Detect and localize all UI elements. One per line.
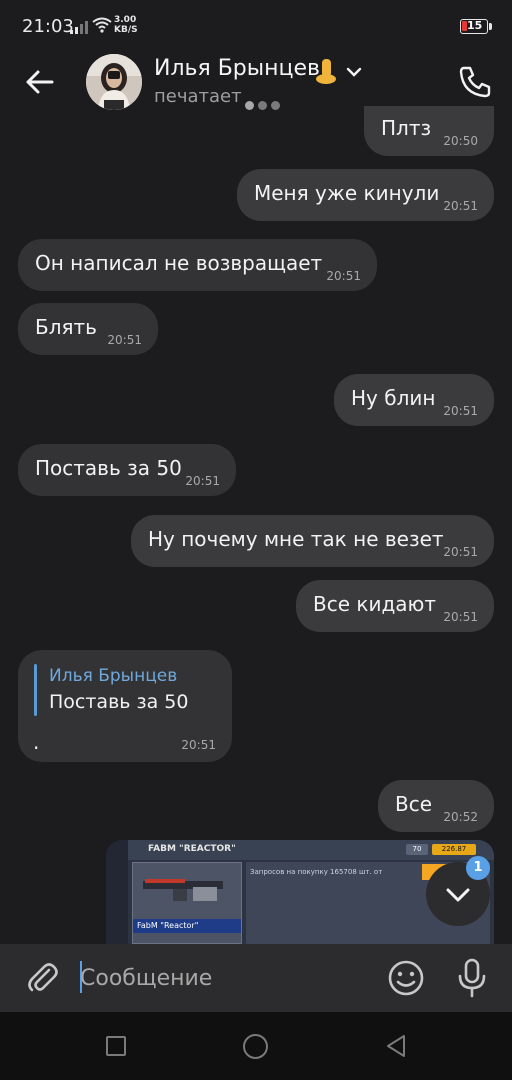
reply-author[interactable]: Илья Брынцев <box>49 666 177 686</box>
phone-icon[interactable] <box>455 62 495 102</box>
image-sidebar <box>106 840 128 944</box>
message-time: 20:52 <box>443 810 478 824</box>
status-bar: 21:03 3.00 KB/S 15 <box>0 0 512 52</box>
message-text: Меня уже кинули <box>254 181 440 205</box>
gun-image <box>143 879 223 901</box>
message-bubble-outgoing[interactable]: Все кидают 20:51 <box>296 580 494 632</box>
battery-cap <box>489 23 492 30</box>
message-input-bar <box>0 944 512 1012</box>
message-bubble-incoming[interactable]: Поставь за 50 20:51 <box>18 444 236 496</box>
message-time: 20:51 <box>181 738 216 752</box>
image-item-card: FabM "Reactor" <box>132 862 242 944</box>
unread-badge: 1 <box>466 856 490 880</box>
image-card-label: FabM "Reactor" <box>133 919 241 933</box>
message-bubble-outgoing[interactable]: Плтз 20:50 <box>364 106 494 156</box>
chat-header: Илья Брынцев печатает <box>0 52 512 112</box>
message-text: Он написал не возвращает <box>35 251 323 275</box>
message-time: 20:51 <box>443 610 478 624</box>
message-time: 20:51 <box>326 269 361 283</box>
message-text: Ну почему мне так не везет <box>148 527 444 551</box>
message-text: Плтз <box>381 116 432 140</box>
message-text: Поставь за 50 <box>35 456 182 480</box>
back-triangle-icon[interactable] <box>384 1034 408 1058</box>
typing-status: печатает <box>154 86 242 107</box>
chevron-down-icon[interactable] <box>346 66 362 78</box>
speed-unit: KB/S <box>114 25 138 35</box>
message-time: 20:51 <box>107 333 142 347</box>
message-bubble-outgoing[interactable]: Меня уже кинули 20:51 <box>237 169 494 221</box>
recent-apps-button[interactable] <box>106 1036 126 1056</box>
image-title: FABM "REACTOR" <box>148 844 236 854</box>
image-chip: 226.87 <box>432 844 476 855</box>
image-chip: 70 <box>406 844 428 855</box>
message-text: . <box>33 730 40 754</box>
battery-percent: 15 <box>467 19 483 32</box>
message-input[interactable] <box>80 958 370 998</box>
message-bubble-outgoing[interactable]: Ну блин 20:51 <box>334 374 494 426</box>
typing-dots-icon <box>245 95 285 110</box>
message-time: 20:51 <box>443 404 478 418</box>
message-time: 20:50 <box>443 134 478 148</box>
message-time: 20:51 <box>443 545 478 559</box>
message-bubble-incoming[interactable]: Он написал не возвращает 20:51 <box>18 239 377 291</box>
foot-emoji-icon <box>316 59 336 84</box>
speed-value: 3.00 <box>114 15 137 25</box>
network-speed: 3.00 KB/S <box>114 15 138 35</box>
microphone-icon[interactable] <box>452 956 492 1000</box>
reply-message-bubble[interactable]: Илья Брынцев Поставь за 50 . 20:51 <box>18 650 232 762</box>
message-text: Ну блин <box>351 386 436 410</box>
reply-indicator-bar <box>34 664 37 716</box>
paperclip-icon[interactable] <box>22 958 62 998</box>
contact-name[interactable]: Илья Брынцев <box>154 56 320 81</box>
wifi-icon <box>92 17 112 33</box>
back-arrow-icon[interactable] <box>22 64 58 100</box>
home-button[interactable] <box>243 1034 268 1059</box>
message-text: Все кидают <box>313 592 437 616</box>
avatar[interactable] <box>86 54 142 110</box>
message-time: 20:51 <box>443 199 478 213</box>
avatar-image <box>86 54 142 110</box>
message-bubble-outgoing[interactable]: Все 20:52 <box>378 780 494 832</box>
emoji-icon[interactable] <box>386 958 426 998</box>
message-bubble-incoming[interactable]: Блять 20:51 <box>18 303 158 355</box>
message-text: Блять <box>35 315 97 339</box>
battery-icon: 15 <box>460 19 488 34</box>
system-navigation-bar <box>0 1012 512 1080</box>
image-panel-text: Запросов на покупку 165708 шт. от <box>250 868 383 876</box>
message-text: Все <box>395 792 433 816</box>
status-time: 21:03 <box>22 16 74 37</box>
signal-icon <box>70 21 88 34</box>
message-bubble-outgoing[interactable]: Ну почему мне так не везет 20:51 <box>131 515 494 567</box>
message-time: 20:51 <box>185 474 220 488</box>
reply-quoted-text: Поставь за 50 <box>49 691 189 713</box>
